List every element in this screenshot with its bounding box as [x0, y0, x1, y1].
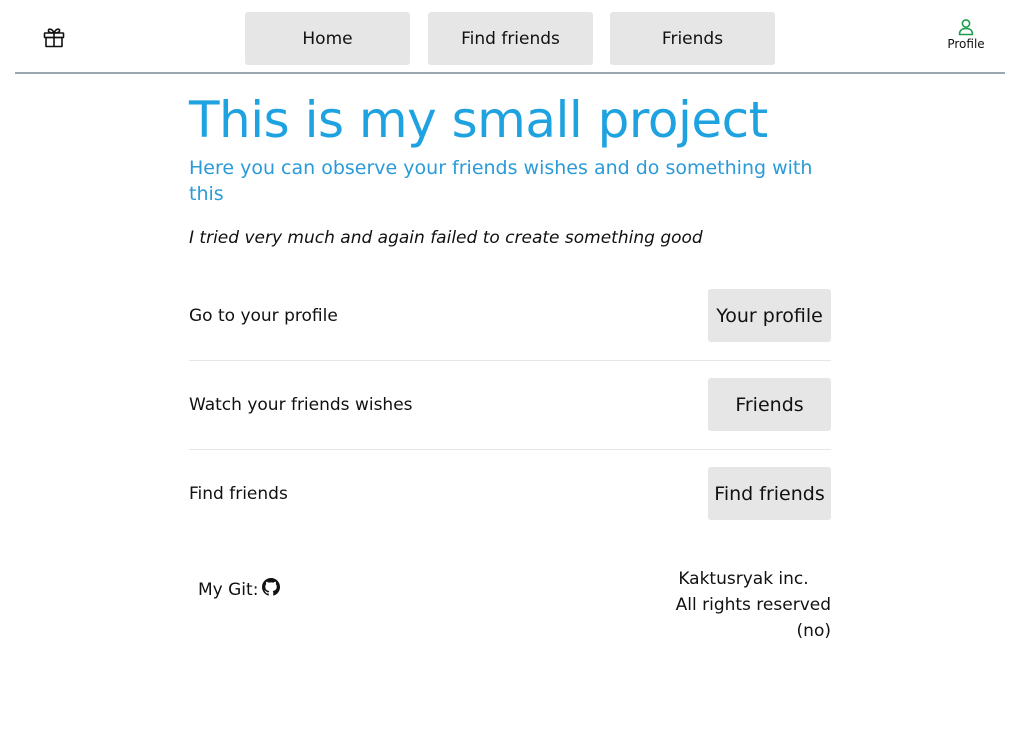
profile-label: Profile [947, 37, 985, 51]
gift-icon[interactable] [42, 25, 66, 49]
nav-friends-label: Friends [661, 28, 724, 49]
user-icon [940, 18, 992, 36]
action-row-profile: Go to your profile Your profile [189, 272, 831, 361]
hero-section: This is my small project Here you can ob… [189, 88, 831, 249]
button-label: Friends [735, 393, 804, 416]
action-row-find-friends: Find friends Find friends [189, 450, 831, 538]
your-profile-button[interactable]: Your profile [708, 289, 831, 342]
git-link-group: My Git: [198, 578, 281, 601]
page-subtitle: Here you can observe your friends wishes… [189, 157, 813, 205]
action-text: Find friends [189, 484, 288, 504]
friends-button[interactable]: Friends [708, 378, 831, 431]
action-list: Go to your profile Your profile Watch yo… [189, 272, 831, 538]
company-name: Kaktusryak inc. [678, 569, 809, 589]
nav-home-button[interactable]: Home [245, 12, 410, 65]
nav-home-label: Home [302, 28, 353, 49]
git-label: My Git: [198, 579, 259, 600]
nav-friends-button[interactable]: Friends [610, 12, 775, 65]
button-label: Your profile [716, 304, 823, 327]
rights-text: All rights reserved (no) [675, 595, 831, 641]
page-note: I tried very much and again failed to cr… [189, 228, 703, 248]
find-friends-button[interactable]: Find friends [708, 467, 831, 520]
profile-link[interactable]: Profile [940, 18, 992, 51]
nav-find-friends-label: Find friends [461, 28, 560, 49]
nav-find-friends-button[interactable]: Find friends [428, 12, 593, 65]
copyright: Kaktusryak inc. All rights reserved (no) [640, 566, 831, 644]
navbar: Home Find friends Friends Profile [15, 0, 1005, 74]
action-text: Watch your friends wishes [189, 395, 413, 415]
action-text: Go to your profile [189, 306, 338, 326]
page-title: This is my small project [189, 91, 768, 149]
button-label: Find friends [714, 482, 825, 505]
github-icon[interactable] [262, 578, 281, 601]
action-row-friends: Watch your friends wishes Friends [189, 361, 831, 450]
